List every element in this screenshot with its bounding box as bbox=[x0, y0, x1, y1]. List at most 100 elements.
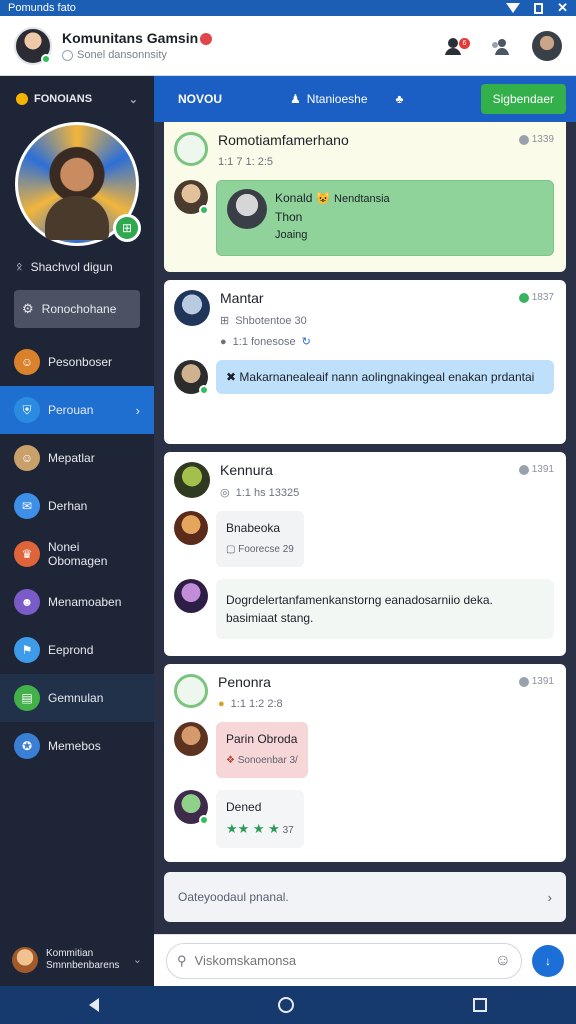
sidebar-item-2[interactable]: ☺ Mepatlar bbox=[0, 434, 154, 482]
page-title: Komunitans Gamsin bbox=[62, 30, 213, 46]
message-input[interactable] bbox=[194, 953, 487, 968]
post-meta-text: 1:1 hs 13325 bbox=[235, 486, 300, 499]
carrier-label: Pomunds fato bbox=[8, 2, 76, 14]
page-subtitle: Sonel dansonnsity bbox=[62, 49, 212, 61]
post-timestamp: 1339 bbox=[518, 134, 554, 145]
post-card[interactable]: Penonra ● 1:1 1:2 2:8 1391 Parin Obroda ❖… bbox=[164, 664, 566, 862]
search-field[interactable]: ⚲ ☺ bbox=[166, 942, 522, 979]
message-row: Dened ★★ ★ ★ 37 bbox=[174, 790, 556, 848]
post-header: Kennura ◎ 1:1 hs 13325 bbox=[174, 462, 556, 499]
sidebar-item-6[interactable]: ⚑ Eeprond bbox=[0, 626, 154, 674]
sidebar: FONOIANS ⌄ ⊞ ᛟ Shachvol digun ⚙ Ronochoh… bbox=[0, 76, 154, 986]
sidebar-item-4[interactable]: ♛ Nonei Obomagen bbox=[0, 530, 154, 578]
coin-icon: ● bbox=[218, 698, 225, 710]
sidebar-item-label: Mepatlar bbox=[48, 451, 95, 465]
tab-groups[interactable]: ♣ bbox=[382, 76, 418, 122]
post-card[interactable]: Mantar ⊞ Shbotentoe 30 ● 1:1 fonesose ↻ 183… bbox=[164, 280, 566, 444]
tab-label: NOVOU bbox=[178, 92, 223, 106]
post-meta: 1:1 7 1: 2:5 bbox=[218, 156, 349, 168]
sidebar-item-1[interactable]: ⛨ Perouan › bbox=[0, 386, 154, 434]
dot-icon: ● bbox=[220, 335, 227, 348]
sidebar-item-label: Nonei Obomagen bbox=[48, 540, 108, 568]
sidebar-footer[interactable]: Kommitian Smnnbenbarens ⌄ bbox=[0, 934, 154, 986]
post-meta: ◎ 1:1 hs 13325 bbox=[220, 486, 300, 500]
sidebar-item-8[interactable]: ✪ Memebos bbox=[0, 722, 154, 770]
sidebar-item-highlighted[interactable]: ⚙ Ronochohane bbox=[14, 290, 140, 328]
friends-button[interactable] bbox=[486, 32, 514, 60]
post-meta: ● 1:1 1:2 2:8 bbox=[218, 698, 283, 710]
sidebar-section-header[interactable]: FONOIANS ⌄ bbox=[0, 76, 154, 122]
tab-new[interactable]: NOVOU bbox=[164, 76, 236, 122]
reply-sub: ❖ Sonoenbar 3/ bbox=[226, 752, 298, 770]
message-bubble[interactable]: Konald 😺 Nendtansia Thon Joaing bbox=[216, 180, 554, 256]
author-avatar[interactable] bbox=[174, 290, 210, 326]
refresh-icon: ↻ bbox=[301, 336, 311, 348]
sidebar-user-line: ᛟ Shachvol digun bbox=[0, 260, 154, 274]
sidebar-item-label: Gemnulan bbox=[48, 691, 104, 705]
post-title: Mantar bbox=[220, 290, 264, 306]
community-avatar[interactable] bbox=[14, 26, 52, 65]
gift-icon: ❖ bbox=[226, 755, 235, 766]
message-bubble[interactable]: Dogrdelertanfamenkanstorng eanadosarniio… bbox=[216, 579, 554, 639]
main-tabbar: NOVOU ♟ Ntanioeshe ♣ Sigbendaer bbox=[154, 76, 576, 122]
star-rating-icon: ★★ ★ ★ bbox=[226, 821, 280, 836]
user-avatar[interactable] bbox=[174, 790, 209, 825]
profile-hero[interactable]: ⊞ bbox=[15, 122, 141, 246]
emoji-icon[interactable]: ☺ bbox=[495, 952, 511, 970]
user-avatar[interactable] bbox=[174, 360, 209, 395]
face-icon: ☺ bbox=[14, 445, 40, 471]
message-bubble[interactable]: ✖ Makarnanealeaif nann aolingnakingeal e… bbox=[216, 360, 554, 394]
app-header: Komunitans Gamsin Sonel dansonnsity 6 bbox=[0, 16, 576, 76]
online-dot bbox=[199, 385, 209, 395]
post-meta: ⊞ Shbotentoe 30 bbox=[220, 314, 311, 328]
sidebar-item-7[interactable]: ▤ Gemnulan bbox=[0, 674, 154, 722]
message-row: Konald 😺 Nendtansia Thon Joaing bbox=[174, 180, 556, 256]
reply-bubble[interactable]: Parin Obroda ❖ Sonoenbar 3/ bbox=[216, 722, 308, 778]
load-more-row[interactable]: Oateyoodaul pnanal. › bbox=[164, 872, 566, 922]
chat-icon: ✉ bbox=[14, 493, 40, 519]
post-stats-text: 1:1 fonesose bbox=[232, 335, 296, 348]
message-row: Parin Obroda ❖ Sonoenbar 3/ bbox=[174, 722, 556, 778]
smile-icon: 😺 bbox=[315, 191, 331, 205]
sidebar-user-text: Shachvol digun bbox=[30, 260, 113, 274]
post-card[interactable]: Kennura ◎ 1:1 hs 13325 1391 Bnabeoka ▢ Fo… bbox=[164, 452, 566, 656]
sidebar-item-label: Perouan bbox=[48, 403, 94, 417]
chevron-down-icon: ⌄ bbox=[132, 954, 142, 966]
message-text: Dogrdelertanfamenkanstorng eanadosarniio… bbox=[226, 593, 493, 625]
timestamp-text: 1339 bbox=[531, 134, 554, 145]
sidebar-item-3[interactable]: ✉ Derhan bbox=[0, 482, 154, 530]
user-avatar[interactable] bbox=[174, 722, 208, 756]
home-icon[interactable] bbox=[277, 997, 294, 1013]
timestamp-text: 1391 bbox=[531, 464, 554, 475]
sidebar-item-label: Memebos bbox=[48, 739, 101, 753]
notifications-button[interactable]: 6 bbox=[440, 32, 470, 60]
message-row: Dogrdelertanfamenkanstorng eanadosarniio… bbox=[174, 579, 556, 639]
clock-icon bbox=[518, 134, 529, 145]
close-icon: ✕ bbox=[557, 0, 568, 15]
recents-icon[interactable] bbox=[472, 998, 487, 1012]
sidebar-item-label: Derhan bbox=[48, 499, 88, 513]
sidebar-item-5[interactable]: ☻ Menamoaben bbox=[0, 578, 154, 626]
message-line: Thon bbox=[275, 210, 303, 224]
user-avatar[interactable] bbox=[174, 511, 208, 545]
user-avatar[interactable] bbox=[174, 180, 209, 215]
system-nav-bar bbox=[0, 986, 576, 1024]
sidebar-item-0[interactable]: ☺ Pesonboser bbox=[0, 338, 154, 386]
coin-icon bbox=[16, 93, 28, 105]
mask-icon: ☻ bbox=[14, 589, 40, 615]
post-card[interactable]: Romotiamfamerhano 1:1 7 1: 2:5 1339 Kona… bbox=[164, 122, 566, 272]
reply-bubble[interactable]: Dened ★★ ★ ★ 37 bbox=[216, 790, 304, 848]
author-avatar[interactable] bbox=[174, 462, 210, 498]
cta-label: Sigbendaer bbox=[492, 92, 554, 106]
send-button[interactable]: ↓ bbox=[532, 944, 564, 977]
cta-button[interactable]: Sigbendaer bbox=[480, 84, 566, 114]
user-avatar[interactable] bbox=[174, 579, 208, 613]
page-title-text: Komunitans Gamsin bbox=[62, 30, 199, 46]
status-icon: ᛟ bbox=[16, 261, 23, 273]
sidebar-menu: ⚙ Ronochohane ☺ Pesonboser ⛨ Perouan › ☺… bbox=[0, 290, 154, 770]
reply-bubble[interactable]: Bnabeoka ▢ Foorecse 29 bbox=[216, 511, 304, 567]
tab-messages[interactable]: ♟ Ntanioeshe bbox=[276, 76, 381, 122]
back-icon[interactable] bbox=[89, 998, 100, 1012]
sidebar-item-label: Pesonboser bbox=[48, 355, 113, 369]
profile-avatar[interactable] bbox=[532, 30, 562, 61]
